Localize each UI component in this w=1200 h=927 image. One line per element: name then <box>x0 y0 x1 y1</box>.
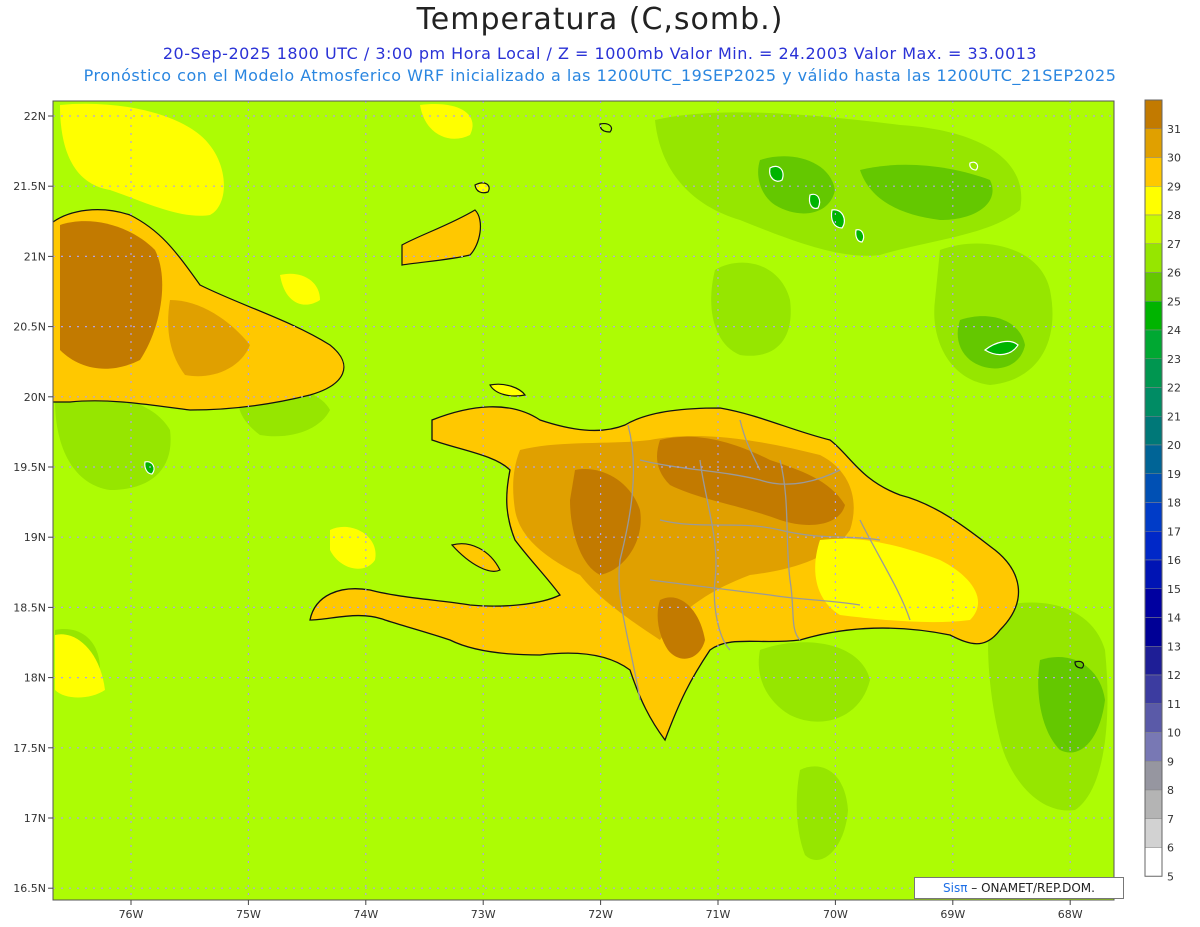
lon-label: 72W <box>588 908 613 921</box>
lon-label: 76W <box>119 908 144 921</box>
colorbar-swatch <box>1144 761 1163 791</box>
colorbar-label: 16 <box>1167 554 1181 567</box>
colorbar-label: 18 <box>1167 497 1181 510</box>
colorbar-swatch <box>1144 789 1163 819</box>
colorbar-swatch <box>1144 99 1163 129</box>
colorbar-swatch <box>1144 387 1163 417</box>
lat-label: 19.5N <box>13 461 46 474</box>
colorbar-swatch <box>1144 186 1163 216</box>
colorbar-swatch <box>1144 214 1163 244</box>
colorbar-swatch <box>1144 157 1163 187</box>
colorbar-swatch <box>1144 646 1163 676</box>
credit-box: Sisπ – ONAMET/REP.DOM. <box>914 877 1124 899</box>
colorbar-swatch <box>1144 444 1163 474</box>
colorbar-swatch <box>1144 531 1163 561</box>
lat-label: 21.5N <box>13 180 46 193</box>
colorbar-label: 19 <box>1167 468 1181 481</box>
colorbar-label: 10 <box>1167 727 1181 740</box>
colorbar: 31 30 29 28 27 26 25 24 23 22 21 20 19 18 17 16 15 14 13 12… <box>1144 99 1181 883</box>
colorbar-label: 29 <box>1167 180 1181 193</box>
sispi-logo: Sisπ <box>943 881 968 895</box>
colorbar-swatch <box>1144 847 1163 877</box>
colorbar-label: 11 <box>1167 698 1181 711</box>
colorbar-label: 14 <box>1167 612 1181 625</box>
lon-label: 75W <box>236 908 261 921</box>
colorbar-swatch <box>1144 617 1163 647</box>
colorbar-label: 6 <box>1167 842 1174 855</box>
colorbar-label: 22 <box>1167 382 1181 395</box>
credit-text: – ONAMET/REP.DOM. <box>967 881 1095 895</box>
colorbar-swatch <box>1144 674 1163 704</box>
colorbar-swatch <box>1144 272 1163 302</box>
colorbar-swatch <box>1144 243 1163 273</box>
colorbar-label: 30 <box>1167 152 1181 165</box>
colorbar-label: 26 <box>1167 267 1181 280</box>
colorbar-label: 9 <box>1167 755 1174 768</box>
colorbar-swatch <box>1144 416 1163 446</box>
temperature-map: 22N 21.5N 21N 20.5N 20N 19.5N 19N 18.5N 18N 17.5N… <box>13 99 1181 921</box>
longitude-labels: 76W 75W 74W 73W 72W 71W 70W 69W 68W <box>119 900 1083 921</box>
colorbar-swatch <box>1144 128 1163 158</box>
colorbar-label: 13 <box>1167 640 1181 653</box>
colorbar-swatch <box>1144 703 1163 733</box>
colorbar-swatch <box>1144 588 1163 618</box>
colorbar-swatch <box>1144 329 1163 359</box>
colorbar-swatch <box>1144 301 1163 331</box>
lat-label: 22N <box>24 110 46 123</box>
latitude-labels: 22N 21.5N 21N 20.5N 20N 19.5N 19N 18.5N 18N 17.5N… <box>13 110 53 895</box>
colorbar-label: 28 <box>1167 209 1181 222</box>
colorbar-label: 12 <box>1167 669 1181 682</box>
lon-label: 70W <box>823 908 848 921</box>
colorbar-label: 31 <box>1167 123 1181 136</box>
colorbar-label: 20 <box>1167 439 1181 452</box>
colorbar-swatch <box>1144 473 1163 503</box>
lat-label: 17.5N <box>13 742 46 755</box>
lon-label: 73W <box>471 908 496 921</box>
lat-label: 18N <box>24 672 46 685</box>
colorbar-swatch <box>1144 559 1163 589</box>
lat-label: 20N <box>24 391 46 404</box>
lat-label: 16.5N <box>13 882 46 895</box>
lon-label: 68W <box>1058 908 1083 921</box>
colorbar-label: 23 <box>1167 353 1181 366</box>
colorbar-label: 17 <box>1167 525 1181 538</box>
colorbar-label: 21 <box>1167 410 1181 423</box>
colorbar-label: 7 <box>1167 813 1174 826</box>
colorbar-swatch <box>1144 358 1163 388</box>
colorbar-label: 8 <box>1167 784 1174 797</box>
map-area <box>52 100 1115 901</box>
lat-label: 20.5N <box>13 321 46 334</box>
colorbar-label: 27 <box>1167 238 1181 251</box>
lon-label: 74W <box>353 908 378 921</box>
colorbar-label: 15 <box>1167 583 1181 596</box>
colorbar-label: 5 <box>1167 870 1174 883</box>
colorbar-label: 24 <box>1167 324 1181 337</box>
lat-label: 19N <box>24 531 46 544</box>
lat-label: 21N <box>24 250 46 263</box>
lon-label: 71W <box>706 908 731 921</box>
colorbar-label: 25 <box>1167 295 1181 308</box>
lat-label: 18.5N <box>13 601 46 614</box>
colorbar-swatch <box>1144 502 1163 532</box>
lat-label: 17N <box>24 812 46 825</box>
lon-label: 69W <box>940 908 965 921</box>
colorbar-swatch <box>1144 732 1163 762</box>
colorbar-swatch <box>1144 818 1163 848</box>
